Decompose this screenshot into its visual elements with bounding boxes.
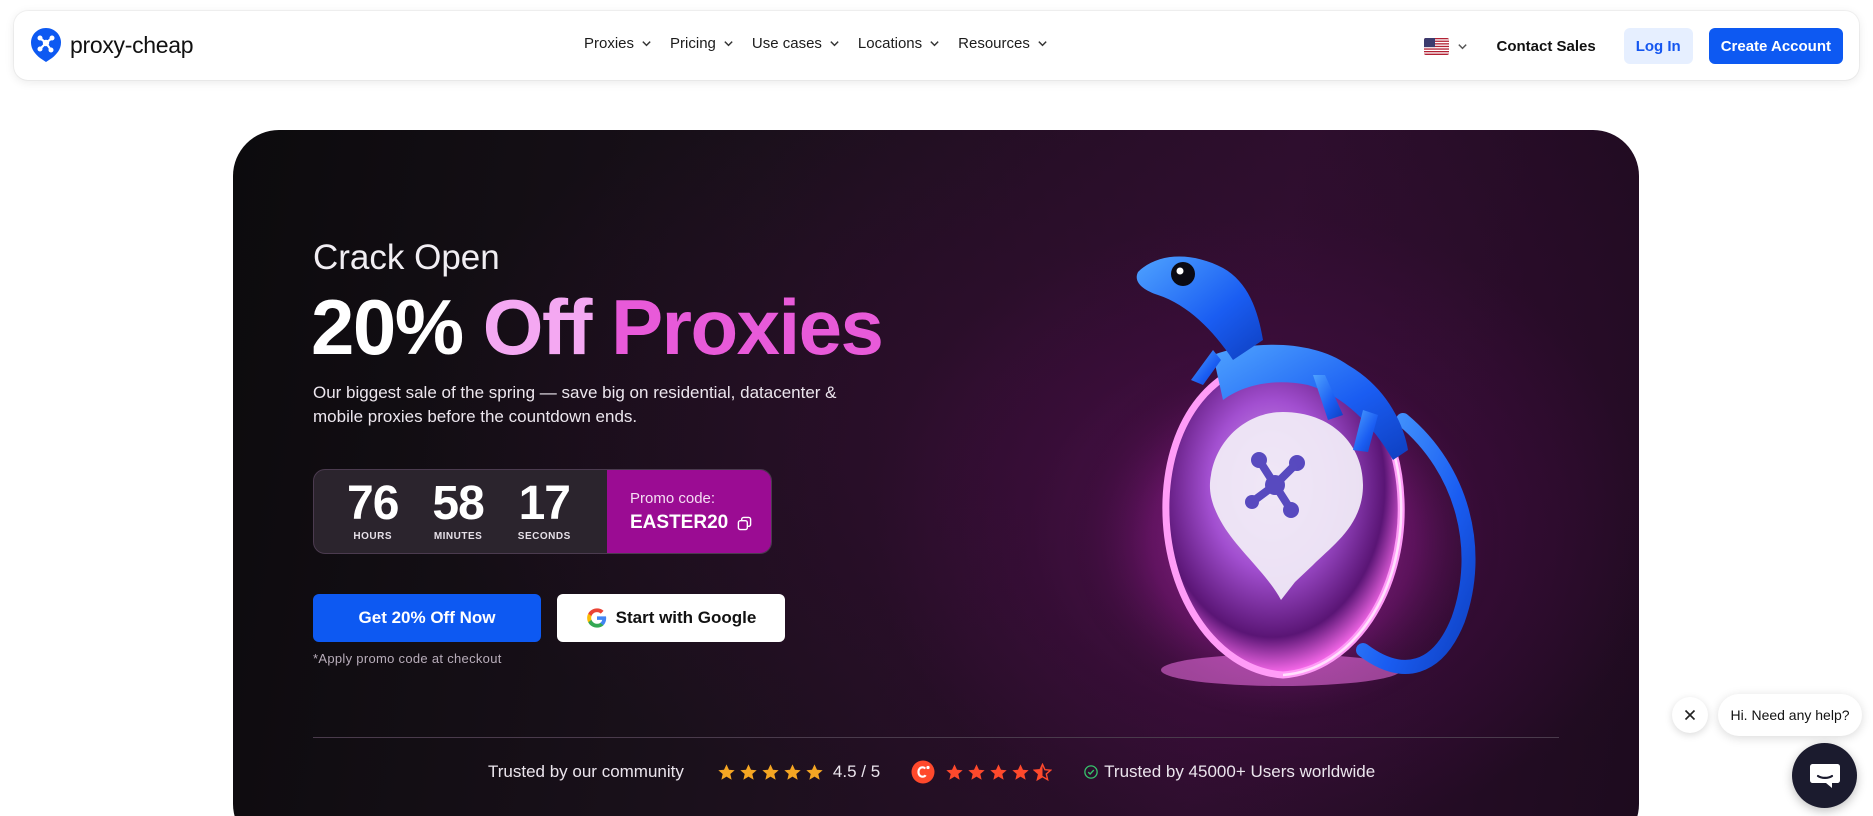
countdown-label: HOURS <box>353 531 392 542</box>
top-navbar: proxy-cheap Proxies Pricing Use cases Lo… <box>14 11 1859 80</box>
trust-bar: Trusted by our community 4.5 / 5 Trusted… <box>488 757 1375 787</box>
g2-stars <box>945 762 1053 782</box>
chevron-down-icon <box>1458 43 1468 49</box>
star-icon <box>990 763 1007 780</box>
promo-code-value: EASTER20 <box>630 512 729 533</box>
create-account-button[interactable]: Create Account <box>1708 28 1843 64</box>
users-text: Trusted by 45000+ Users worldwide <box>1104 762 1376 781</box>
google-icon <box>586 608 606 628</box>
community-stars <box>717 763 824 782</box>
hero-description: Our biggest sale of the spring — save bi… <box>313 383 837 426</box>
g2-logo-icon <box>911 760 935 784</box>
countdown-value: 17 <box>518 477 571 530</box>
star-icon <box>968 763 985 780</box>
chat-launcher-button[interactable] <box>1792 743 1857 808</box>
countdown-label: SECONDS <box>517 531 571 542</box>
logo-icon <box>31 28 61 62</box>
trust-divider <box>313 737 1559 738</box>
countdown-seconds: 17 SECONDS <box>517 477 571 543</box>
countdown-minutes: 58 MINUTES <box>432 477 484 543</box>
countdown-timer: 76 HOURS 58 MINUTES 17 SECONDS <box>314 470 607 553</box>
nav-item-label: Use cases <box>751 35 822 52</box>
nav-item-locations[interactable]: Locations <box>858 35 940 52</box>
brand-logo[interactable]: proxy-cheap <box>30 27 194 63</box>
nav-actions: Contact Sales Log In Create Account <box>1424 28 1843 64</box>
hero-subtitle: Crack Open <box>313 238 500 277</box>
star-icon <box>784 763 801 780</box>
community-text: Trusted by our community <box>488 762 684 781</box>
nav-item-proxies[interactable]: Proxies <box>584 35 652 52</box>
hero-title-percent: 20% <box>311 283 464 371</box>
countdown-panel: 76 HOURS 58 MINUTES 17 SECONDS Promo cod… <box>313 469 772 554</box>
chat-greeting-bubble[interactable]: Hi. Need any help? <box>1718 694 1862 736</box>
hero-title: 20% Off Proxies <box>311 282 884 373</box>
chat-icon <box>1809 763 1840 788</box>
promo-note: *Apply promo code at checkout <box>313 651 502 666</box>
brand-name: proxy-cheap <box>70 31 194 58</box>
check-circle-icon <box>1084 765 1098 779</box>
nav-item-label: Resources <box>958 35 1030 52</box>
countdown-value: 76 <box>347 477 399 530</box>
main-nav: Proxies Pricing Use cases Locations Reso… <box>584 35 1048 52</box>
countdown-label: MINUTES <box>433 531 483 542</box>
us-flag-icon <box>1424 37 1450 55</box>
star-icon <box>762 763 779 780</box>
hero-banner: Crack Open 20% Off Proxies Our biggest s… <box>233 130 1639 816</box>
hero-title-off: Off <box>482 283 593 371</box>
nav-item-label: Pricing <box>670 35 716 52</box>
nav-item-resources[interactable]: Resources <box>958 35 1048 52</box>
language-selector[interactable] <box>1424 37 1468 55</box>
chat-close-button[interactable] <box>1672 697 1708 733</box>
rating-value: 4.5 / 5 <box>832 762 881 781</box>
nav-item-pricing[interactable]: Pricing <box>670 35 734 52</box>
login-button[interactable]: Log In <box>1623 28 1693 64</box>
star-icon <box>806 763 823 780</box>
chat-greeting: Hi. Need any help? <box>1730 707 1850 723</box>
get-discount-button[interactable]: Get 20% Off Now <box>313 594 541 642</box>
copy-icon[interactable] <box>737 516 752 531</box>
chevron-down-icon <box>930 41 939 47</box>
nav-item-use-cases[interactable]: Use cases <box>752 35 840 52</box>
star-icon <box>946 763 963 780</box>
chevron-down-icon <box>830 41 839 47</box>
half-star-icon <box>1033 762 1053 781</box>
countdown-value: 58 <box>432 477 484 530</box>
star-icon <box>740 763 757 780</box>
google-button-label: Start with Google <box>615 608 757 627</box>
countdown-hours: 76 HOURS <box>347 477 399 543</box>
promo-code-box: Promo code: EASTER20 <box>607 470 771 553</box>
hero-title-proxies: Proxies <box>611 283 884 371</box>
nav-item-label: Locations <box>857 35 923 52</box>
google-signup-button[interactable]: Start with Google <box>557 594 785 642</box>
chevron-down-icon <box>1038 41 1047 47</box>
chevron-down-icon <box>724 41 733 47</box>
close-icon <box>1684 709 1696 721</box>
nav-item-label: Proxies <box>584 35 635 52</box>
chevron-down-icon <box>642 41 651 47</box>
promo-label: Promo code: <box>630 490 716 507</box>
star-icon <box>1012 763 1029 780</box>
contact-sales-link[interactable]: Contact Sales <box>1496 38 1595 55</box>
star-icon <box>718 763 735 780</box>
promo-code[interactable]: EASTER20 <box>630 512 771 534</box>
gecko-orb-illustration <box>1063 256 1503 720</box>
